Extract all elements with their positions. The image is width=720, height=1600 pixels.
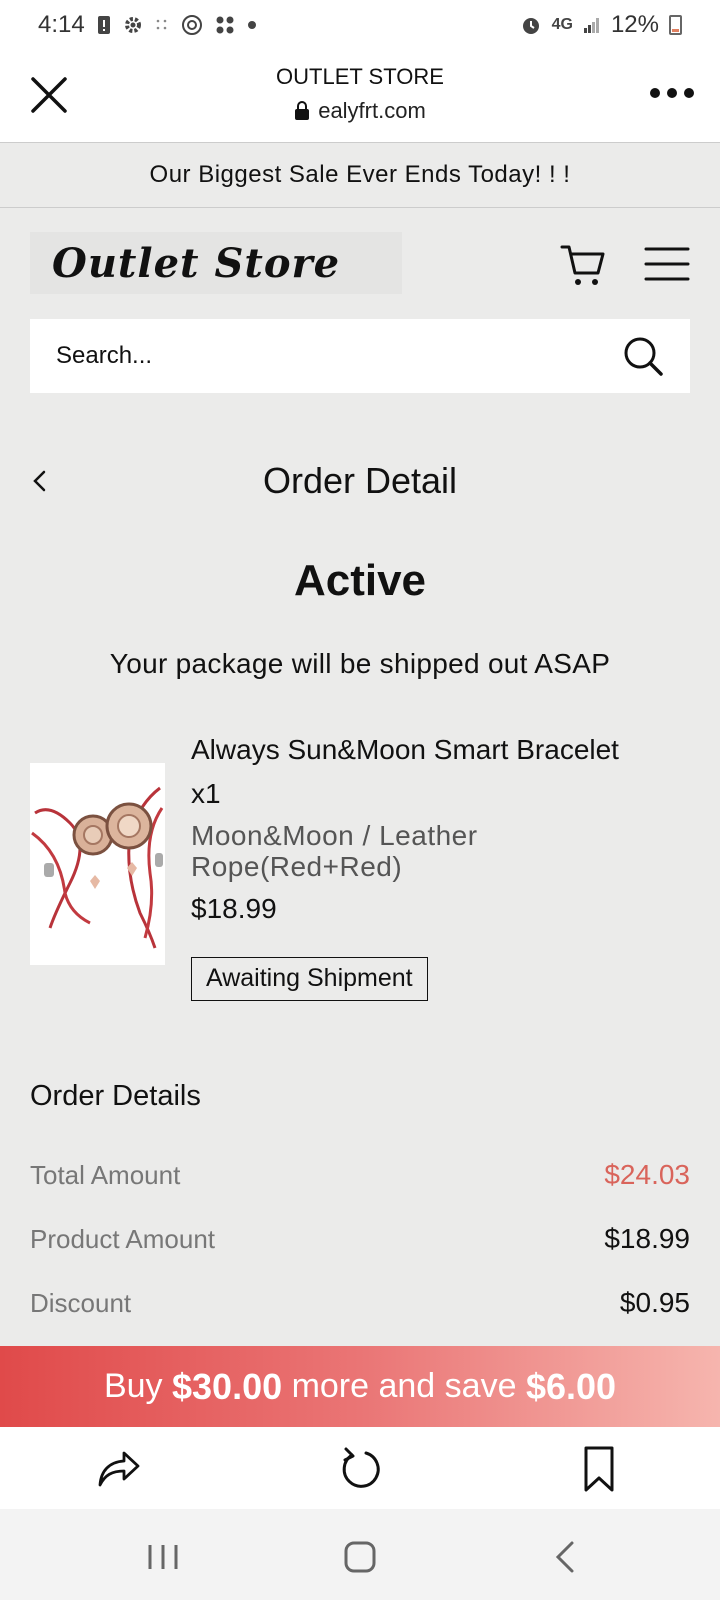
product-name[interactable]: Always Sun&Moon Smart Bracelet x1 [191,728,691,816]
cart-icon [560,245,605,285]
home-icon [344,1541,376,1573]
alert-icon [97,15,111,35]
detail-label: Total Amount [30,1159,181,1190]
more-dot-icon [650,88,660,98]
status-bar: 4:14 4G 12% [0,0,720,50]
logo-text: Outlet Store [52,239,341,287]
menu-button[interactable] [644,246,690,282]
detail-value: $24.03 [604,1159,690,1190]
promo-middle: more and save [291,1367,517,1405]
detail-row-total: Total Amount $24.03 [30,1155,690,1195]
cart-button[interactable] [560,242,606,288]
recent-apps-icon [148,1545,178,1569]
back-nav-button[interactable] [548,1539,584,1575]
status-time: 4:14 [38,11,85,38]
browser-toolbar: OUTLET STORE ealyfrt.com [0,50,720,143]
product-price: $18.99 [191,893,277,924]
more-dot-icon [684,88,694,98]
product-quantity: x1 [191,778,221,809]
detail-value: $0.95 [619,1287,690,1318]
order-details-title: Order Details [30,1080,201,1112]
circle-b-icon [181,14,203,36]
url-text: ealyfrt.com [318,98,426,123]
share-button[interactable] [96,1445,144,1493]
bookmark-icon [584,1446,614,1492]
signal-icon [583,16,601,34]
apps-icon [215,15,235,35]
battery-icon [669,15,682,35]
product-image[interactable] [30,763,165,965]
share-icon [98,1451,140,1487]
back-icon [555,1541,574,1573]
alarm-icon [520,14,542,36]
more-options-button[interactable] [650,88,694,104]
refresh-button[interactable] [336,1445,384,1493]
home-button[interactable] [342,1539,378,1575]
detail-label: Discount [30,1287,132,1318]
promo-banner[interactable]: Buy $30.00 more and save $6.00 [0,1346,720,1427]
detail-row-product-amount: Product Amount $18.99 [30,1219,690,1259]
detail-label: Product Amount [30,1223,215,1254]
product-variant: Moon&Moon / Leather Rope(Red+Red) [191,820,478,882]
order-status-message: Your package will be shipped out ASAP [109,648,611,679]
system-nav-bar [0,1509,720,1600]
recent-apps-button[interactable] [145,1539,181,1575]
order-status-title: Active [293,556,427,605]
page-title: Order Detail [262,460,458,501]
page-header: Order Detail [0,450,720,510]
dot-icon [247,20,257,30]
refresh-icon [342,1447,380,1488]
promo-save: $6.00 [525,1365,617,1407]
bracelet-image [30,763,165,965]
search-icon[interactable] [622,335,664,377]
detail-row-discount: Discount $0.95 [30,1283,690,1323]
network-type: 4G [551,16,573,33]
dots-icon [155,18,169,32]
store-logo[interactable]: Outlet Store [30,232,402,294]
lock-icon [295,101,310,120]
gear-icon [123,15,143,35]
search-input[interactable] [56,342,622,370]
browser-bottom-bar [0,1427,720,1509]
bookmark-button[interactable] [576,1445,624,1493]
detail-value: $18.99 [604,1223,690,1254]
product-title: Always Sun&Moon Smart Bracelet [191,734,619,765]
store-header: Outlet Store [0,208,720,308]
browser-page-title: OUTLET STORE [276,64,444,89]
shipment-status-badge: Awaiting Shipment [191,957,428,1001]
promo-prefix: Buy [103,1367,163,1405]
hamburger-icon [644,247,690,281]
announcement-bar[interactable]: Our Biggest Sale Ever Ends Today! ! ! [0,143,720,208]
battery-percent: 12% [610,11,659,38]
search-bar [30,319,690,393]
promo-amount: $30.00 [172,1365,283,1407]
browser-url[interactable]: ealyfrt.com [0,98,720,124]
more-dot-icon [667,88,677,98]
